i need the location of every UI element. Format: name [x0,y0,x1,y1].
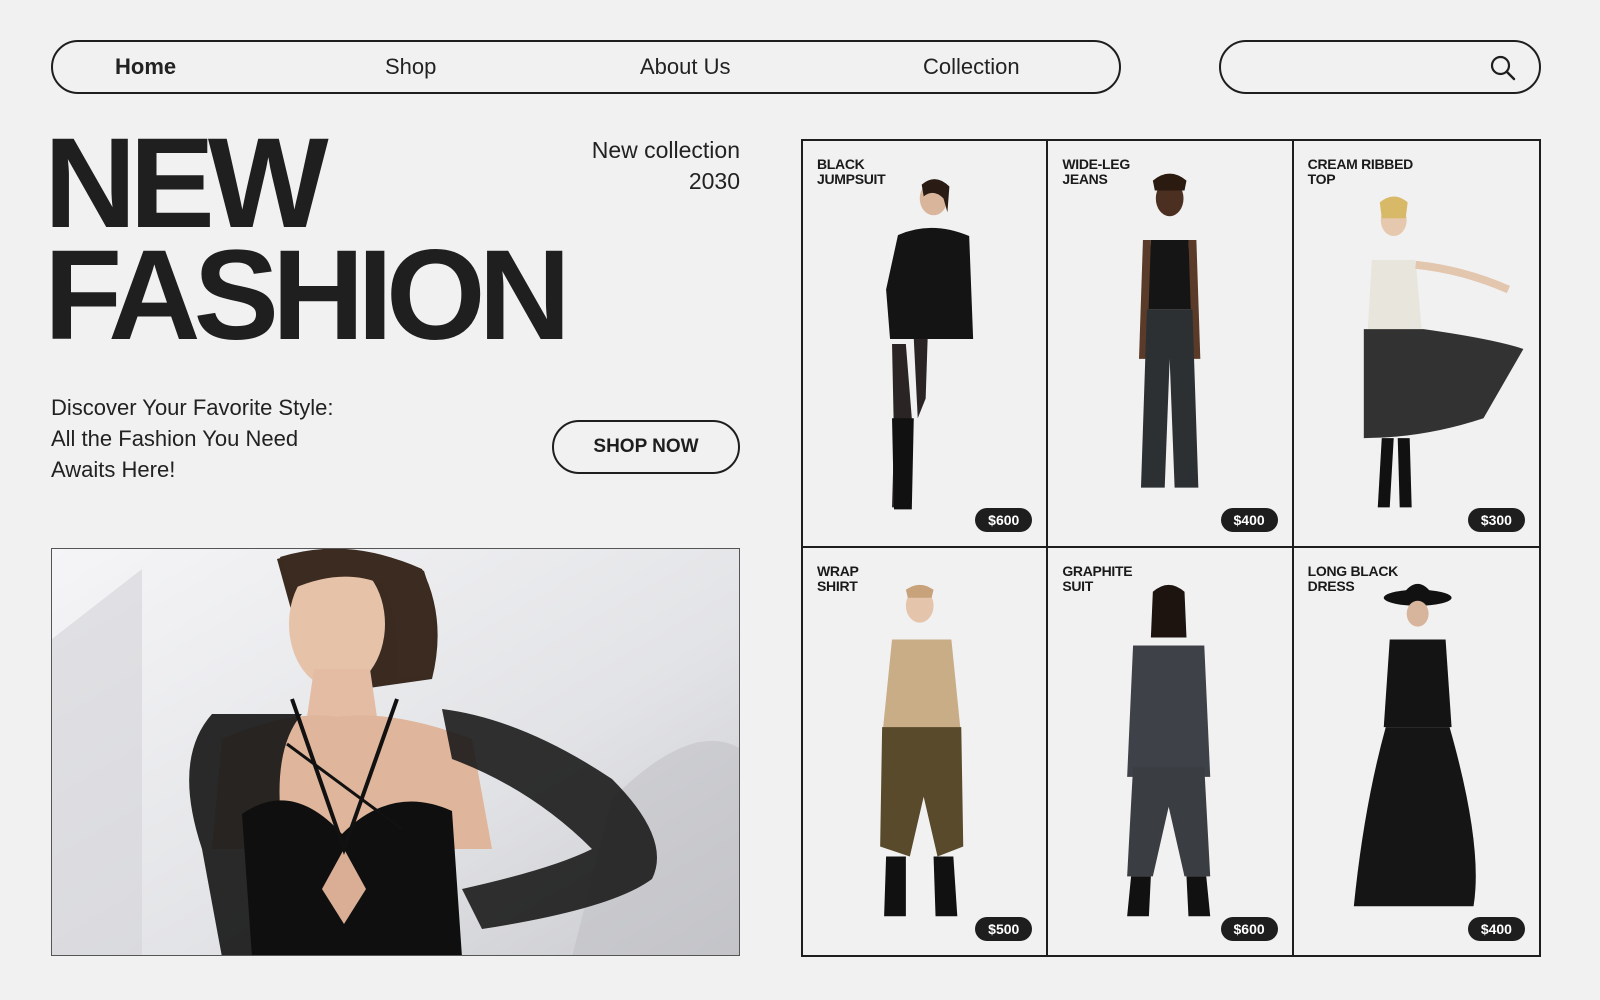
price-badge[interactable]: $400 [1467,917,1525,941]
product-image [1139,173,1201,488]
shop-now-button[interactable]: SHOP NOW [552,420,740,474]
price-badge[interactable]: $500 [975,917,1033,941]
search-icon[interactable] [1489,54,1517,82]
nav-shop[interactable]: Shop [385,42,436,92]
collection-label: New collection [591,137,740,163]
product-image [1353,583,1476,907]
hero-title-line2: FASHION [44,224,571,367]
nav-home[interactable]: Home [115,42,176,92]
product-card[interactable]: GRAPHITE SUIT $600 [1048,548,1294,955]
collection-note: New collection 2030 [540,135,740,197]
price-badge[interactable]: $600 [975,508,1033,532]
product-grid: BLACK JUMPSUIT $600 WIDE-LEG JEANS $400 [801,139,1541,957]
product-name: LONG BLACK DRESS [1307,563,1399,594]
tagline-line: All the Fashion You Need [51,426,299,451]
hero-title: NEW FASHION [44,120,571,367]
price-badge[interactable]: $400 [1220,508,1278,532]
hero-model-image [51,548,740,956]
product-image [886,179,974,510]
product-name: WRAP SHIRT [817,563,859,594]
collection-year: 2030 [688,168,740,194]
landing-page: Home Shop About Us Collection NEW FASHIO… [0,0,1600,1000]
product-name: CREAM RIBBED TOP [1307,156,1414,187]
product-name: WIDE-LEG JEANS [1062,156,1130,187]
product-name: BLACK JUMPSUIT [817,156,886,187]
product-card[interactable]: CREAM RIBBED TOP $300 [1293,141,1539,548]
product-name: GRAPHITE SUIT [1062,563,1133,594]
search-input[interactable] [1241,50,1481,84]
product-image [1363,196,1524,508]
tagline-line: Discover Your Favorite Style: [51,395,334,420]
product-image [880,584,964,917]
product-card[interactable]: WIDE-LEG JEANS $400 [1048,141,1294,548]
product-card[interactable]: WRAP SHIRT $500 [803,548,1049,955]
nav-collection[interactable]: Collection [923,42,1020,92]
tagline-line: Awaits Here! [51,457,176,482]
product-card[interactable]: BLACK JUMPSUIT $600 [803,141,1049,548]
nav-about-us[interactable]: About Us [640,42,731,92]
hero-tagline: Discover Your Favorite Style: All the Fa… [51,392,381,485]
search-bar [1219,40,1541,94]
main-nav: Home Shop About Us Collection [51,40,1121,94]
product-card[interactable]: LONG BLACK DRESS $400 [1293,548,1539,955]
product-image [1127,584,1211,917]
price-badge[interactable]: $600 [1220,917,1278,941]
price-badge[interactable]: $300 [1467,508,1525,532]
